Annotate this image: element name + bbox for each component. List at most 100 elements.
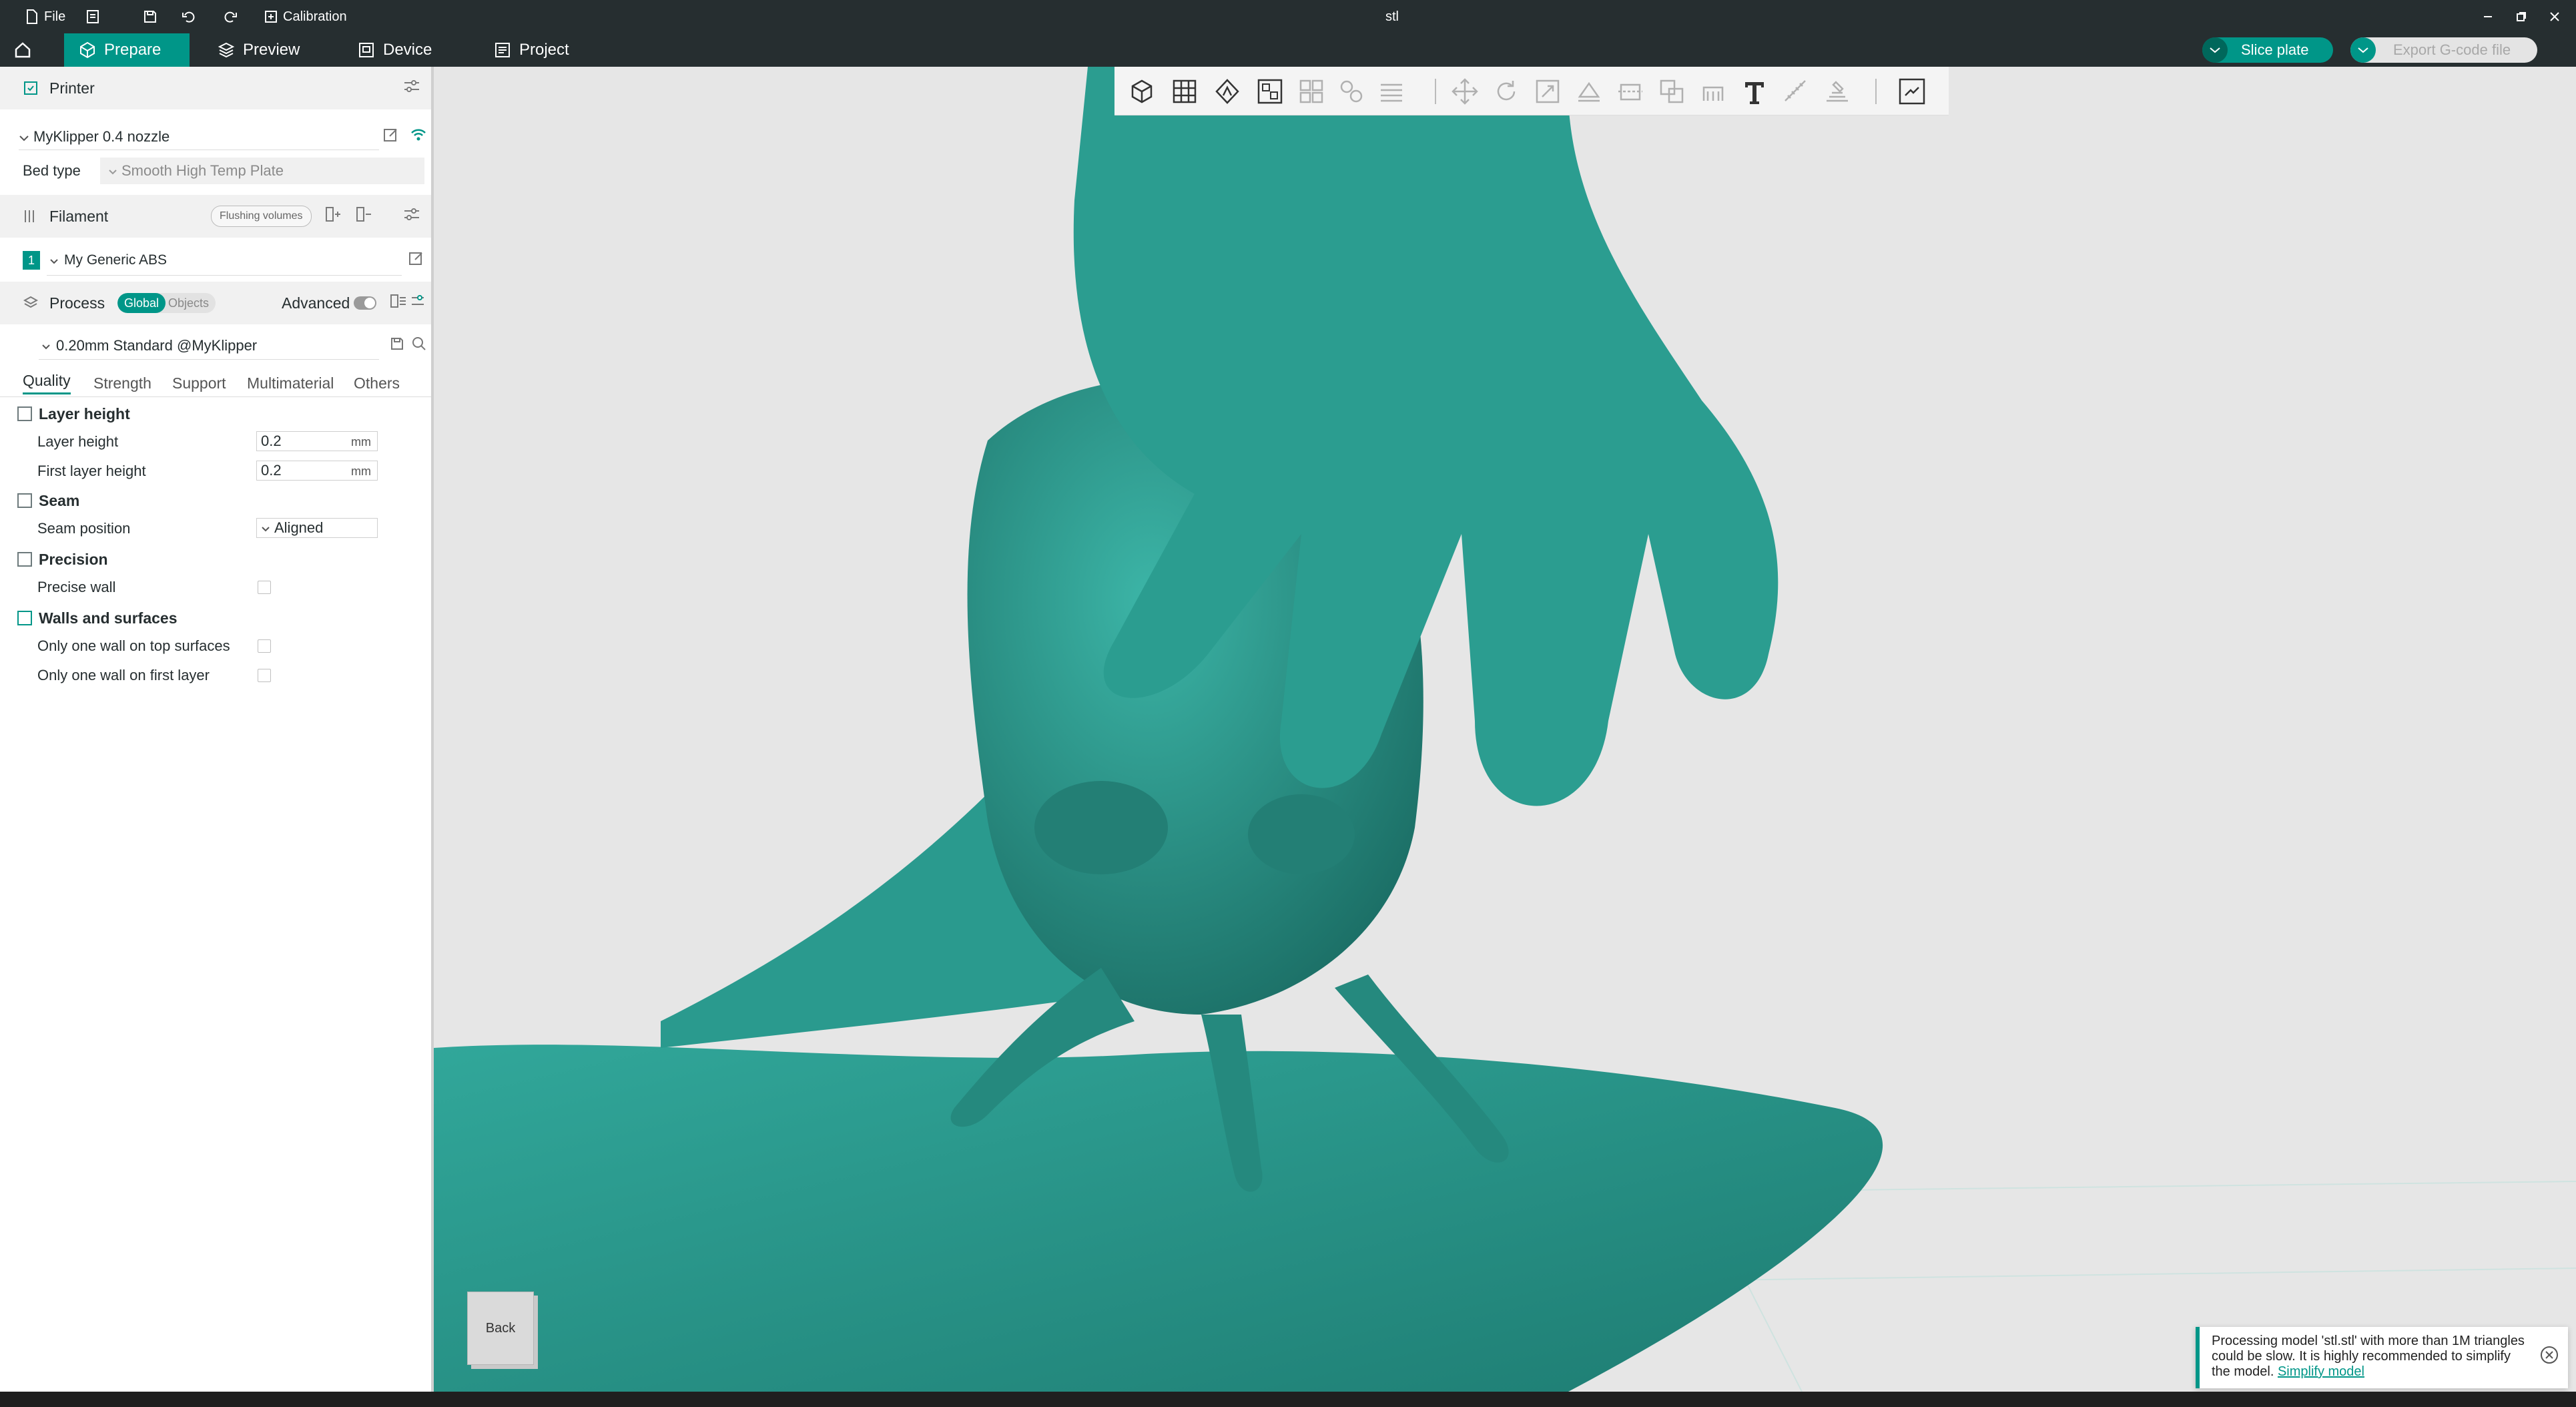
walls-section-icon: [17, 611, 32, 625]
orient-button[interactable]: [1211, 75, 1244, 108]
slice-plate-button[interactable]: Slice plate: [2202, 37, 2333, 63]
layers-editing-button[interactable]: [1375, 75, 1408, 108]
split-parts-button[interactable]: [1335, 75, 1368, 108]
calibration-menu[interactable]: Calibration: [264, 0, 347, 33]
first-layer-height-unit: mm: [351, 465, 371, 478]
redo-button[interactable]: [223, 0, 238, 33]
text-tool-button[interactable]: [1738, 75, 1771, 108]
minimize-button[interactable]: [2483, 0, 2493, 33]
add-object-button[interactable]: [1125, 75, 1159, 108]
file-menu[interactable]: File: [25, 0, 65, 33]
split-objects-button[interactable]: [1295, 75, 1328, 108]
seam-position-select[interactable]: Aligned: [256, 518, 378, 538]
tab-project[interactable]: Project: [479, 33, 584, 67]
search-icon[interactable]: [411, 336, 427, 356]
one-wall-top-row: Only one wall on top surfaces: [0, 634, 431, 658]
simplify-notification: Processing model 'stl.stl' with more tha…: [2196, 1327, 2568, 1388]
filament-settings-icon[interactable]: [403, 207, 420, 226]
flushing-volumes-button[interactable]: Flushing volumes: [211, 206, 312, 227]
chevron-down-icon: [108, 162, 117, 180]
tab-preview-label: Preview: [243, 41, 300, 59]
measure-button[interactable]: [1779, 75, 1813, 108]
tab-others[interactable]: Others: [354, 374, 400, 392]
maximize-button[interactable]: [2516, 0, 2527, 33]
filament-slot-row[interactable]: 1 My Generic ABS: [0, 248, 431, 272]
tab-multimaterial[interactable]: Multimaterial: [247, 374, 334, 392]
file-icon: [27, 9, 37, 24]
boolean-icon: [1660, 79, 1684, 103]
seam-section-icon: [17, 493, 32, 508]
printer-icon: [23, 80, 39, 96]
navigation-cube[interactable]: Back: [467, 1292, 534, 1365]
printer-header: Printer: [0, 67, 431, 109]
bed-type-select[interactable]: Smooth High Temp Plate: [100, 158, 424, 184]
objects-toggle[interactable]: Objects: [166, 293, 216, 313]
bed-type-label: Bed type: [23, 162, 81, 179]
remove-filament-icon[interactable]: [355, 206, 372, 227]
add-cube-icon: [1131, 79, 1153, 103]
filament-slot-number: 1: [23, 251, 40, 270]
simplify-model-link[interactable]: Simplify model: [2278, 1364, 2364, 1379]
one-wall-top-label: Only one wall on top surfaces: [37, 637, 230, 654]
filament-icon: [23, 208, 39, 224]
open-button[interactable]: [85, 0, 100, 33]
add-filament-icon[interactable]: [324, 206, 342, 227]
slice-plate-label: Slice plate: [2241, 41, 2309, 58]
assembly-icon: [1899, 78, 1925, 105]
process-settings-icon[interactable]: [410, 293, 426, 313]
one-wall-top-checkbox[interactable]: [258, 639, 271, 653]
viewport-toolbar: [1114, 67, 1949, 115]
tab-device[interactable]: Device: [343, 33, 446, 67]
seam-painting-button[interactable]: [1821, 75, 1854, 108]
section-layer-height: Layer height: [0, 400, 431, 427]
process-profile-select[interactable]: 0.20mm Standard @MyKlipper: [0, 334, 431, 358]
3d-viewport[interactable]: [434, 67, 2576, 1392]
global-objects-toggle[interactable]: Global Objects: [117, 293, 216, 313]
lay-on-face-button[interactable]: [1572, 75, 1606, 108]
notification-close-button[interactable]: [2540, 1346, 2559, 1368]
advanced-toggle[interactable]: [354, 296, 376, 310]
cut-icon: [1618, 83, 1642, 101]
slice-dropdown-icon: [2202, 37, 2228, 63]
split-parts-icon: [1340, 80, 1363, 103]
save-button[interactable]: [143, 0, 157, 33]
rotate-button[interactable]: [1490, 75, 1523, 108]
global-toggle[interactable]: Global: [117, 293, 166, 313]
assembly-view-button[interactable]: [1895, 75, 1929, 108]
compare-presets-icon[interactable]: [390, 293, 407, 313]
scale-button[interactable]: [1531, 75, 1564, 108]
seam-position-value: Aligned: [274, 519, 324, 536]
support-painting-button[interactable]: [1696, 75, 1730, 108]
precise-wall-checkbox[interactable]: [258, 581, 271, 594]
move-button[interactable]: [1448, 75, 1482, 108]
tab-strength[interactable]: Strength: [93, 374, 151, 392]
window-title: stl: [1385, 9, 1399, 24]
wifi-icon[interactable]: [410, 127, 427, 146]
one-wall-first-checkbox[interactable]: [258, 669, 271, 682]
export-gcode-button[interactable]: Export G-code file: [2350, 37, 2537, 63]
process-profile-underline: [39, 359, 379, 360]
close-button[interactable]: [2549, 0, 2560, 33]
tab-support[interactable]: Support: [172, 374, 226, 392]
cut-button[interactable]: [1614, 75, 1647, 108]
undo-button[interactable]: [182, 0, 196, 33]
notification-message: Processing model 'stl.stl' with more tha…: [2212, 1334, 2525, 1379]
home-tab[interactable]: [13, 33, 47, 67]
model-eye-left: [1034, 781, 1168, 874]
lay-on-face-icon: [1578, 81, 1600, 102]
tab-preview[interactable]: Preview: [203, 33, 314, 67]
printer-select[interactable]: MyKlipper 0.4 nozzle: [0, 127, 431, 147]
save-preset-icon[interactable]: [390, 336, 404, 355]
mesh-boolean-button[interactable]: [1655, 75, 1688, 108]
grid-icon: [1173, 79, 1197, 103]
tab-prepare[interactable]: Prepare: [64, 33, 190, 67]
tab-quality[interactable]: Quality: [23, 372, 71, 394]
calibration-label: Calibration: [283, 9, 347, 24]
arrange-button[interactable]: [1253, 75, 1287, 108]
printer-settings-icon[interactable]: [403, 79, 420, 97]
add-plate-button[interactable]: [1168, 75, 1201, 108]
printer-edit-icon[interactable]: [383, 127, 399, 147]
chevron-down-icon: [19, 128, 29, 146]
filament-edit-icon[interactable]: [408, 250, 424, 270]
layers-editing-icon: [1381, 83, 1402, 102]
